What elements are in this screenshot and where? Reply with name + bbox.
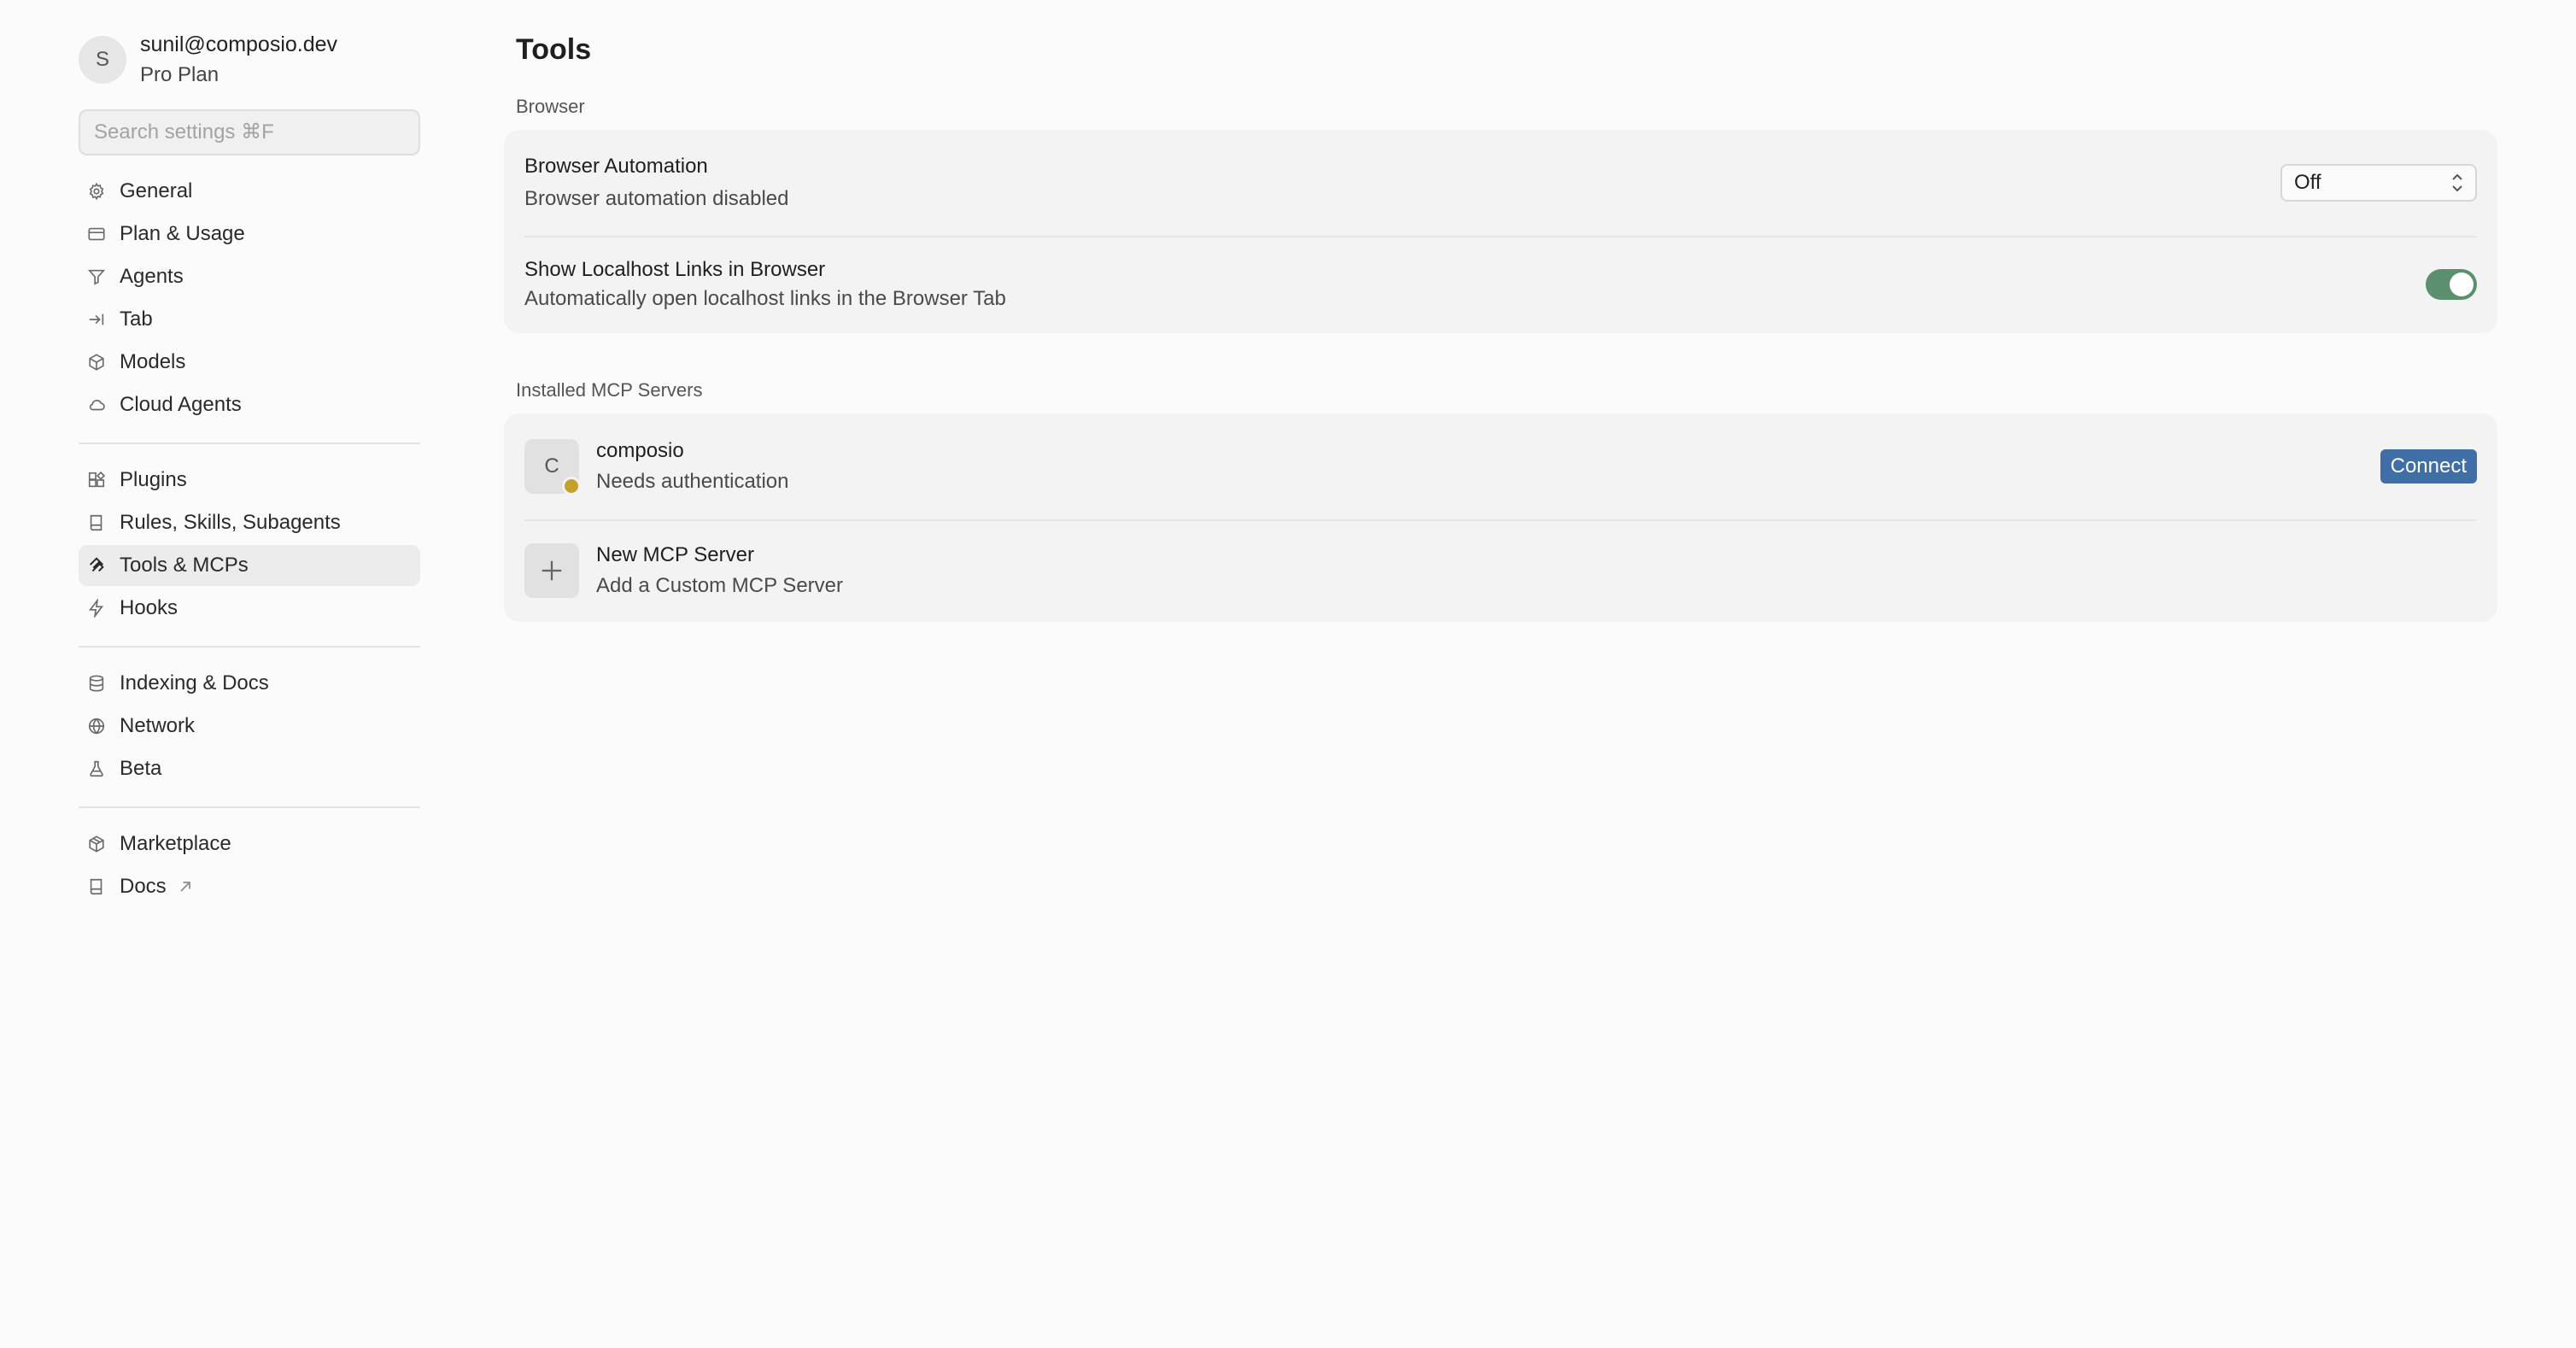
select-value: Off bbox=[2294, 171, 2321, 194]
new-server-subtitle: Add a Custom MCP Server bbox=[596, 574, 843, 597]
sidebar-item-label: Cloud Agents bbox=[120, 393, 242, 416]
plus-icon bbox=[542, 560, 562, 581]
main-content: Tools Browser Browser Automation Browser… bbox=[504, 26, 2497, 622]
flask-icon bbox=[87, 759, 106, 778]
browser-automation-title: Browser Automation bbox=[524, 155, 708, 178]
sidebar-item-label: Rules, Skills, Subagents bbox=[120, 511, 341, 534]
nav-group-main: General Plan & Usage Agents Tab Models C… bbox=[79, 171, 420, 425]
sidebar-item-network[interactable]: Network bbox=[79, 706, 420, 747]
external-link-icon bbox=[180, 882, 190, 892]
server-name: composio bbox=[596, 439, 684, 462]
sidebar-item-label: Plan & Usage bbox=[120, 222, 245, 245]
sidebar-item-plugins[interactable]: Plugins bbox=[79, 460, 420, 501]
localhost-links-subtitle: Automatically open localhost links in th… bbox=[524, 287, 1006, 310]
sidebar-item-models[interactable]: Models bbox=[79, 342, 420, 383]
nav-group-resources: Marketplace Docs bbox=[79, 823, 420, 907]
localhost-links-row: Show Localhost Links in Browser Automati… bbox=[504, 236, 2497, 333]
add-tile bbox=[524, 543, 579, 598]
new-server-title: New MCP Server bbox=[596, 543, 754, 566]
search-input[interactable] bbox=[92, 120, 407, 145]
sidebar-item-tools-mcps[interactable]: Tools & MCPs bbox=[79, 545, 420, 586]
nav-group-system: Indexing & Docs Network Beta bbox=[79, 663, 420, 789]
user-profile[interactable]: S sunil@composio.dev Pro Plan bbox=[79, 31, 420, 92]
page-title: Tools bbox=[516, 33, 592, 66]
sidebar-item-label: Network bbox=[120, 714, 196, 737]
server-tile: C bbox=[524, 439, 581, 495]
sidebar-item-marketplace[interactable]: Marketplace bbox=[79, 823, 420, 864]
browser-automation-subtitle: Browser automation disabled bbox=[524, 187, 789, 210]
sidebar-item-docs[interactable]: Docs bbox=[79, 866, 420, 907]
user-plan: Pro Plan bbox=[140, 63, 220, 86]
cube-icon bbox=[87, 353, 106, 372]
sidebar-item-cloud-agents[interactable]: Cloud Agents bbox=[79, 384, 420, 425]
server-status: Needs authentication bbox=[596, 470, 789, 493]
connect-button[interactable]: Connect bbox=[2380, 449, 2477, 484]
nav-group-extensions: Plugins Rules, Skills, Subagents Tools &… bbox=[79, 460, 420, 629]
database-icon bbox=[87, 674, 106, 693]
browser-automation-select[interactable]: Off bbox=[2280, 164, 2477, 202]
toggle-knob bbox=[2450, 273, 2474, 296]
new-mcp-server-row[interactable]: New MCP Server Add a Custom MCP Server bbox=[504, 519, 2497, 622]
card-icon bbox=[87, 225, 106, 243]
section-label-mcp: Installed MCP Servers bbox=[516, 379, 703, 401]
sidebar-item-indexing-docs[interactable]: Indexing & Docs bbox=[79, 663, 420, 704]
localhost-links-toggle[interactable] bbox=[2426, 269, 2477, 300]
funnel-icon bbox=[87, 267, 106, 286]
section-label-browser: Browser bbox=[516, 96, 585, 117]
user-email: sunil@composio.dev bbox=[140, 32, 338, 56]
sidebar-item-general[interactable]: General bbox=[79, 171, 420, 212]
sidebar-item-label: Docs bbox=[120, 875, 167, 898]
sidebar-item-label: Marketplace bbox=[120, 832, 231, 855]
status-dot bbox=[562, 477, 581, 495]
sidebar-item-label: Hooks bbox=[120, 596, 179, 619]
docs-book-icon bbox=[87, 877, 106, 896]
mcp-icon bbox=[87, 556, 106, 575]
sidebar: S sunil@composio.dev Pro Plan General Pl… bbox=[79, 31, 420, 909]
sidebar-item-tab[interactable]: Tab bbox=[79, 299, 420, 340]
sidebar-item-label: Plugins bbox=[120, 468, 187, 491]
mcp-servers-card: C composio Needs authentication Connect … bbox=[504, 413, 2497, 622]
sidebar-item-label: Indexing & Docs bbox=[120, 671, 269, 695]
sidebar-item-label: Tab bbox=[120, 308, 153, 331]
cloud-icon bbox=[87, 396, 106, 414]
sidebar-item-label: Beta bbox=[120, 757, 162, 780]
sidebar-item-plan-usage[interactable]: Plan & Usage bbox=[79, 214, 420, 255]
localhost-links-title: Show Localhost Links in Browser bbox=[524, 258, 826, 281]
package-icon bbox=[87, 835, 106, 853]
chevron-up-down-icon bbox=[2452, 173, 2462, 192]
sidebar-item-label: Tools & MCPs bbox=[120, 554, 249, 577]
sidebar-item-label: General bbox=[120, 179, 193, 202]
gear-icon bbox=[87, 182, 106, 201]
sidebar-divider bbox=[79, 442, 420, 444]
tab-arrow-icon bbox=[87, 310, 106, 329]
sidebar-item-beta[interactable]: Beta bbox=[79, 748, 420, 789]
sidebar-divider bbox=[79, 646, 420, 648]
sidebar-item-agents[interactable]: Agents bbox=[79, 256, 420, 297]
globe-icon bbox=[87, 717, 106, 736]
browser-automation-row: Browser Automation Browser automation di… bbox=[504, 130, 2497, 236]
browser-settings-card: Browser Automation Browser automation di… bbox=[504, 130, 2497, 333]
sidebar-item-label: Agents bbox=[120, 265, 184, 288]
sidebar-item-hooks[interactable]: Hooks bbox=[79, 588, 420, 629]
sidebar-divider bbox=[79, 806, 420, 808]
book-icon bbox=[87, 513, 106, 532]
sidebar-item-label: Models bbox=[120, 350, 186, 373]
lightning-icon bbox=[87, 599, 106, 618]
mcp-server-row[interactable]: C composio Needs authentication Connect bbox=[504, 413, 2497, 519]
search-box[interactable] bbox=[79, 109, 420, 155]
puzzle-icon bbox=[87, 471, 106, 489]
sidebar-item-rules-skills-subagents[interactable]: Rules, Skills, Subagents bbox=[79, 502, 420, 543]
avatar: S bbox=[79, 36, 126, 84]
server-initial: C bbox=[544, 454, 559, 478]
